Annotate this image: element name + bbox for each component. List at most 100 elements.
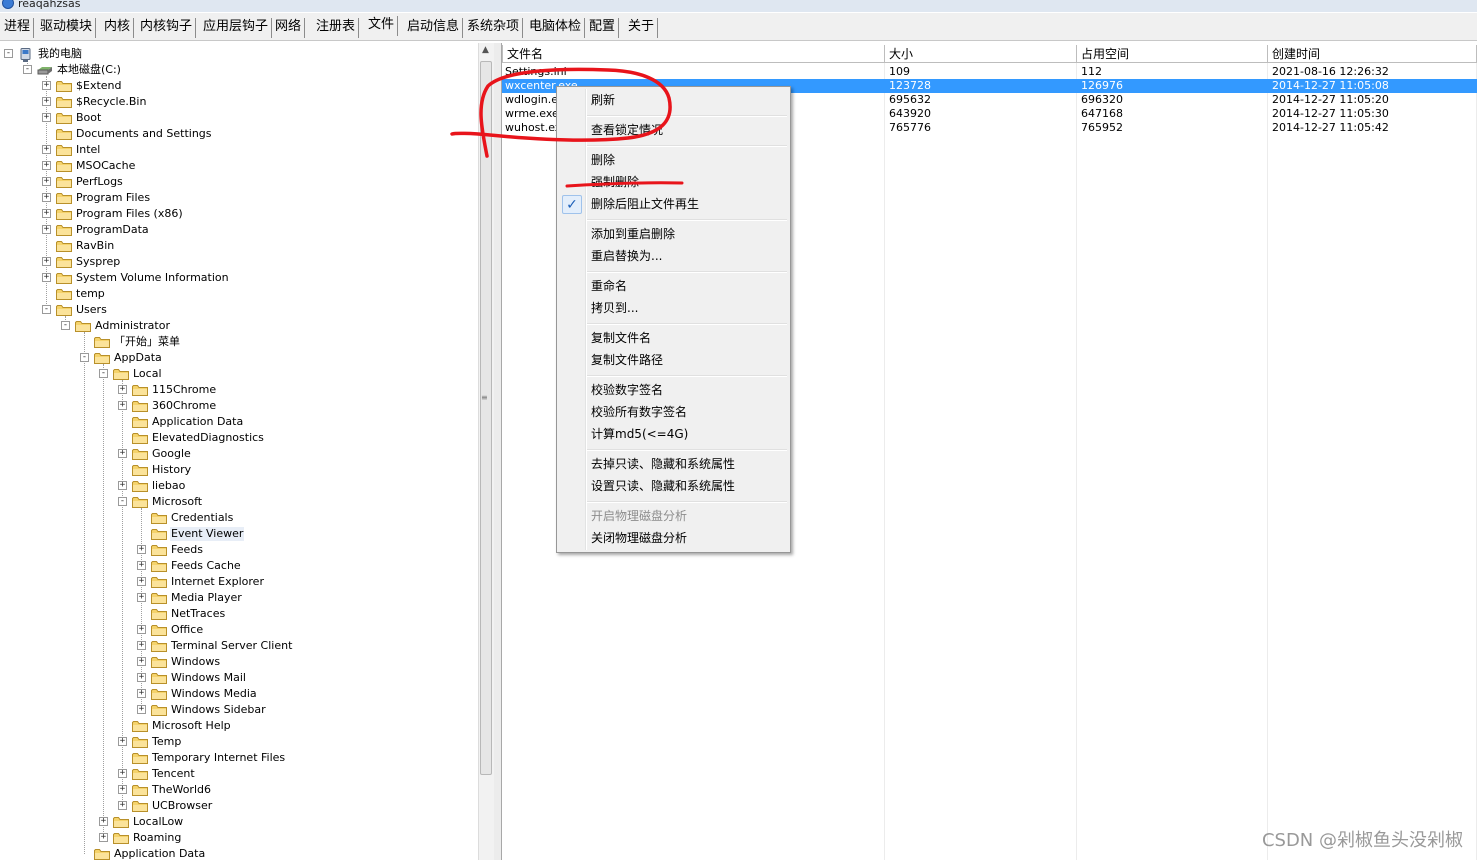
expand-icon[interactable]: + xyxy=(137,593,146,602)
tree-node-label[interactable]: temp xyxy=(75,287,106,301)
menu-disable-disk-analysis[interactable]: 关闭物理磁盘分析 xyxy=(559,528,788,549)
tab-8[interactable]: 启动信息 xyxy=(404,18,464,38)
file-row[interactable]: Settings.ini 109 112 2021-08-16 12:26:32 xyxy=(502,65,1477,79)
tree-node-label[interactable]: ElevatedDiagnostics xyxy=(151,431,265,445)
tree-node-label[interactable]: Terminal Server Client xyxy=(170,639,293,653)
tree-node-label[interactable]: Temp xyxy=(151,735,182,749)
expand-icon[interactable]: + xyxy=(118,481,127,490)
tree-node-label[interactable]: 我的电脑 xyxy=(37,47,83,61)
tree-node-label[interactable]: Intel xyxy=(75,143,101,157)
expand-icon[interactable]: + xyxy=(99,833,108,842)
tab-2[interactable]: 内核 xyxy=(101,18,135,38)
tree-node-label[interactable]: MSOCache xyxy=(75,159,136,173)
tab-9[interactable]: 系统杂项 xyxy=(464,18,524,38)
menu-refresh[interactable]: 刷新 xyxy=(559,90,788,111)
menu-rename[interactable]: 重命名 xyxy=(559,276,788,297)
tree-node-label[interactable]: Windows Sidebar xyxy=(170,703,267,717)
expand-icon[interactable]: + xyxy=(42,177,51,186)
tree-node-label[interactable]: Documents and Settings xyxy=(75,127,213,141)
collapse-icon[interactable]: - xyxy=(42,305,51,314)
menu-block-regenerate[interactable]: ✓ 删除后阻止文件再生 xyxy=(559,194,788,215)
scroll-up-arrow-icon[interactable]: ▲ xyxy=(482,45,489,55)
tree-node-label[interactable]: Application Data xyxy=(151,415,244,429)
expand-icon[interactable]: + xyxy=(137,673,146,682)
expand-icon[interactable]: + xyxy=(137,641,146,650)
tree-node-label[interactable]: Application Data xyxy=(113,847,206,860)
expand-icon[interactable]: + xyxy=(137,689,146,698)
tree-node-label[interactable]: LocalLow xyxy=(132,815,184,829)
expand-icon[interactable]: + xyxy=(42,161,51,170)
expand-icon[interactable]: + xyxy=(42,145,51,154)
menu-copy-filename[interactable]: 复制文件名 xyxy=(559,328,788,349)
expand-icon[interactable]: + xyxy=(42,225,51,234)
expand-icon[interactable]: + xyxy=(137,577,146,586)
tree-node-label[interactable]: 本地磁盘(C:) xyxy=(56,63,122,77)
tree-node-label[interactable]: Feeds xyxy=(170,543,204,557)
menu-force-delete[interactable]: 强制删除 xyxy=(559,172,788,193)
collapse-icon[interactable]: - xyxy=(99,369,108,378)
collapse-icon[interactable]: - xyxy=(80,353,89,362)
tree-node-label[interactable]: Program Files (x86) xyxy=(75,207,184,221)
menu-copy-to[interactable]: 拷贝到... xyxy=(559,298,788,319)
pane-splitter[interactable] xyxy=(494,43,502,860)
tree-node-label[interactable]: RavBin xyxy=(75,239,115,253)
column-header-created[interactable]: 创建时间 xyxy=(1267,45,1477,62)
menu-md5[interactable]: 计算md5(<=4G) xyxy=(559,424,788,445)
expand-icon[interactable]: + xyxy=(137,657,146,666)
tab-7[interactable]: 文件 xyxy=(365,16,399,36)
tree-node-label[interactable]: Temporary Internet Files xyxy=(151,751,286,765)
expand-icon[interactable]: + xyxy=(42,113,51,122)
tree-node-label[interactable]: History xyxy=(151,463,192,477)
expand-icon[interactable]: + xyxy=(118,385,127,394)
expand-icon[interactable]: + xyxy=(118,449,127,458)
menu-set-attributes[interactable]: 设置只读、隐藏和系统属性 xyxy=(559,476,788,497)
tree-node-label[interactable]: liebao xyxy=(151,479,186,493)
scrollbar-thumb[interactable] xyxy=(480,61,492,775)
tree-node-label[interactable]: Internet Explorer xyxy=(170,575,265,589)
tree-node-label[interactable]: TheWorld6 xyxy=(151,783,212,797)
expand-icon[interactable]: + xyxy=(137,561,146,570)
tab-11[interactable]: 配置 xyxy=(586,18,620,38)
column-header-name[interactable]: 文件名 xyxy=(502,45,884,62)
tab-3[interactable]: 内核钩子 xyxy=(137,18,197,38)
expand-icon[interactable]: + xyxy=(137,705,146,714)
tree-node-label[interactable]: System Volume Information xyxy=(75,271,230,285)
tree-node-label[interactable]: ProgramData xyxy=(75,223,150,237)
menu-delete[interactable]: 删除 xyxy=(559,150,788,171)
tree-node-label[interactable]: Credentials xyxy=(170,511,234,525)
tree-node-label[interactable]: NetTraces xyxy=(170,607,226,621)
tab-10[interactable]: 电脑体检 xyxy=(526,18,586,38)
tree-node-label[interactable]: UCBrowser xyxy=(151,799,213,813)
tree-node-label[interactable]: Google xyxy=(151,447,192,461)
expand-icon[interactable]: + xyxy=(42,257,51,266)
tree-node-label[interactable]: Windows Media xyxy=(170,687,258,701)
collapse-icon[interactable]: - xyxy=(61,321,70,330)
expand-icon[interactable]: + xyxy=(137,625,146,634)
expand-icon[interactable]: + xyxy=(42,81,51,90)
tab-5[interactable]: 网络 xyxy=(272,18,306,38)
tree-node-label[interactable]: Users xyxy=(75,303,108,317)
tab-12[interactable]: 关于 xyxy=(625,18,659,38)
tree-node-label[interactable]: Microsoft Help xyxy=(151,719,232,733)
tree-node-label[interactable]: Windows xyxy=(170,655,221,669)
menu-copy-filepath[interactable]: 复制文件路径 xyxy=(559,350,788,371)
tree-node-label[interactable]: Local xyxy=(132,367,163,381)
tree-node-label[interactable]: Program Files xyxy=(75,191,151,205)
expand-icon[interactable]: + xyxy=(42,273,51,282)
tree-node-label[interactable]: Event Viewer xyxy=(170,527,245,541)
expand-icon[interactable]: + xyxy=(118,737,127,746)
expand-icon[interactable]: + xyxy=(118,785,127,794)
tree-node-label[interactable]: Microsoft xyxy=(151,495,203,509)
tree-node-label[interactable]: $Extend xyxy=(75,79,123,93)
tree-node-label[interactable]: $Recycle.Bin xyxy=(75,95,147,109)
tab-0[interactable]: 进程 xyxy=(1,18,35,38)
tree-node-label[interactable]: Office xyxy=(170,623,204,637)
tree-node-label[interactable]: 115Chrome xyxy=(151,383,217,397)
folder-tree[interactable]: - 我的电脑 - 本地磁盘(C:) + $Extend + $Recycle.Bin + Boot… xyxy=(0,43,478,860)
menu-remove-attributes[interactable]: 去掉只读、隐藏和系统属性 xyxy=(559,454,788,475)
tree-scrollbar[interactable]: ▲ ≡ xyxy=(478,43,494,860)
tab-6[interactable]: 注册表 xyxy=(313,18,360,38)
menu-verify-all-signatures[interactable]: 校验所有数字签名 xyxy=(559,402,788,423)
tree-node-label[interactable]: 360Chrome xyxy=(151,399,217,413)
tab-1[interactable]: 驱动模块 xyxy=(37,18,97,38)
